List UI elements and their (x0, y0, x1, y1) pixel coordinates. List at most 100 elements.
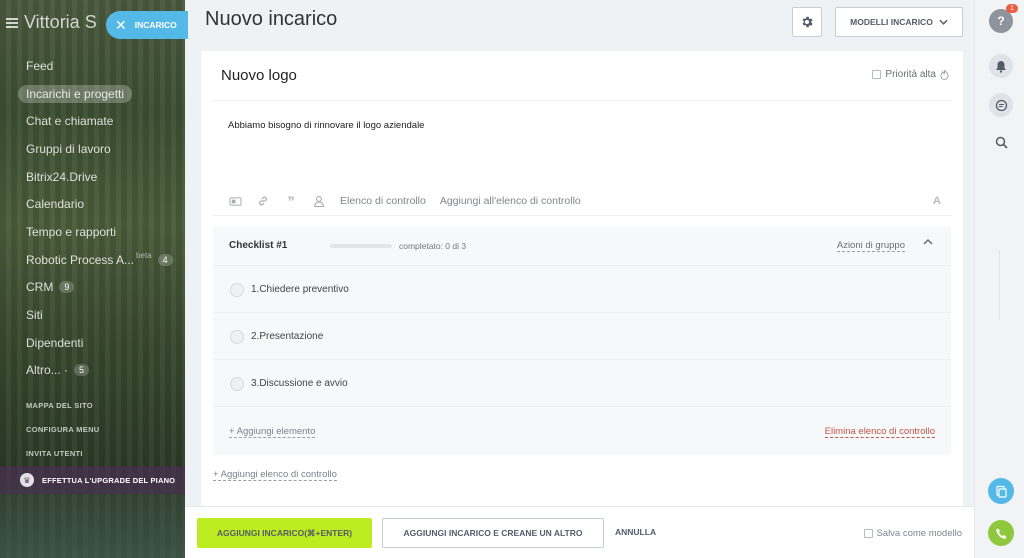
high-priority-toggle[interactable]: Priorità alta (872, 69, 949, 80)
quote-icon[interactable]: ” (284, 193, 298, 209)
documents-button[interactable] (988, 478, 1014, 504)
right-panel: ? 1 (974, 0, 1024, 558)
sidebar-item-label: CRM (26, 280, 54, 295)
sidebar-item-time[interactable]: Tempo e rapporti (18, 218, 183, 246)
task-slider-tab[interactable]: ✕ INCARICO (106, 11, 188, 39)
task-templates-button[interactable]: MODELLI INCARICO (835, 7, 963, 37)
sidebar-item-label: Feed (26, 58, 54, 73)
settings-button[interactable] (792, 7, 822, 37)
chat-icon (995, 99, 1007, 111)
menu-icon[interactable] (6, 17, 18, 28)
sidebar-menu: Feed Incarichi e progetti Chat e chiamat… (18, 52, 183, 384)
sidebar-item-sites[interactable]: Siti (18, 301, 183, 329)
video-icon[interactable] (228, 195, 242, 207)
panel-divider (999, 250, 1000, 320)
sidebar-item-tasks[interactable]: Incarichi e progetti (18, 80, 183, 108)
document-icon (996, 485, 1007, 498)
checklist-item-checkbox[interactable] (230, 282, 244, 297)
task-description-editor[interactable]: Abbiamo bisogno di rinnovare il logo azi… (228, 120, 424, 131)
delete-checklist-link[interactable]: Elimina elenco di controllo (824, 426, 935, 438)
chevron-down-icon (939, 19, 948, 25)
task-title-input[interactable]: Nuovo logo (221, 67, 297, 84)
sidebar-item-label: Tempo e rapporti (26, 224, 117, 239)
checklist-progress-bar (330, 244, 392, 248)
form-footer: AGGIUNGI INCARICO(⌘+ENTER) AGGIUNGI INCA… (185, 506, 974, 558)
notification-badge: 1 (1006, 4, 1018, 13)
sidebar-item-label: Incarichi e progetti (18, 84, 133, 103)
add-checklist-link[interactable]: + Aggiungi elenco di controllo (213, 469, 337, 481)
close-icon[interactable]: ✕ (115, 18, 127, 32)
sidebar-item-chat[interactable]: Chat e chiamate (18, 107, 183, 135)
messenger-button[interactable] (989, 93, 1013, 117)
text-format-icon[interactable]: A (933, 195, 941, 207)
counter-badge: 5 (74, 364, 90, 377)
checklist-item[interactable]: 3.Discussione e avvio (213, 361, 951, 407)
sidebar-item-label: Robotic Process A... (26, 252, 135, 267)
sidebar-item-groups[interactable]: Gruppi di lavoro (18, 135, 183, 163)
task-form: Nuovo logo Priorità alta Abbiamo bisogno… (201, 51, 963, 506)
crown-icon: ♛ (20, 473, 34, 487)
sidebar-header: Vittoria S (6, 12, 97, 33)
checklist-item[interactable]: 1.Chiedere preventivo (213, 267, 951, 313)
editor-toolbar: ” Elenco di controllo Aggiungi all'elenc… (228, 192, 943, 210)
checklist-progress-text: completato: 0 di 3 (399, 241, 467, 251)
call-button[interactable] (988, 520, 1014, 546)
search-button[interactable] (989, 130, 1013, 154)
checklist-item-label[interactable]: 1.Chiedere preventivo (251, 284, 349, 295)
group-actions-link[interactable]: Azioni di gruppo (836, 240, 905, 252)
sidebar-item-label: Siti (26, 308, 43, 323)
cancel-button[interactable]: ANNULLA (615, 527, 656, 537)
add-task-and-create-another-button[interactable]: AGGIUNGI INCARICO E CREANE UN ALTRO (382, 518, 604, 548)
sidebar-item-calendar[interactable]: Calendario (18, 190, 183, 218)
sidebar-item-more[interactable]: Altro... · 5 (18, 357, 183, 385)
link-icon[interactable] (256, 195, 270, 207)
sidebar-item-label: Gruppi di lavoro (26, 141, 111, 156)
sidebar-item-crm[interactable]: CRM 9 (18, 274, 183, 302)
add-to-checklist-button[interactable]: Aggiungi all'elenco di controllo (440, 195, 581, 207)
invite-users-link[interactable]: INVITA UTENTI (26, 449, 83, 458)
phone-icon (995, 528, 1006, 539)
task-templates-label: MODELLI INCARICO (850, 17, 933, 27)
question-icon: ? (997, 14, 1005, 28)
add-task-button[interactable]: AGGIUNGI INCARICO(⌘+ENTER) (197, 518, 372, 548)
save-as-template-toggle[interactable]: Salva come modello (864, 528, 962, 539)
help-button[interactable]: ? 1 (989, 4, 1018, 33)
chevron-up-icon[interactable] (923, 237, 933, 248)
upgrade-plan-button[interactable]: ♛ EFFETTUA L'UPGRADE DEL PIANO (0, 466, 185, 494)
checklist-item-label[interactable]: 3.Discussione e avvio (251, 378, 348, 389)
sidebar-item-label: Calendario (26, 197, 85, 212)
counter-badge: 9 (59, 281, 75, 294)
checklist-item-checkbox[interactable] (230, 329, 244, 344)
sitemap-link[interactable]: MAPPA DEL SITO (26, 401, 93, 410)
gear-icon (802, 16, 813, 28)
checklist-block: Checklist #1 completato: 0 di 3 Azioni d… (213, 227, 951, 455)
left-sidebar: Vittoria S Feed Incarichi e progetti Cha… (0, 0, 185, 558)
upgrade-label: EFFETTUA L'UPGRADE DEL PIANO (42, 475, 176, 485)
checklist-button[interactable]: Elenco di controllo (340, 195, 426, 207)
beta-label: beta (136, 251, 152, 261)
sidebar-item-employees[interactable]: Dipendenti (18, 329, 183, 357)
sidebar-item-feed[interactable]: Feed (18, 52, 183, 80)
portal-title[interactable]: Vittoria S (24, 12, 97, 33)
checklist-item[interactable]: 2.Presentazione (213, 314, 951, 360)
flame-icon (940, 69, 949, 80)
divider (212, 215, 952, 216)
notifications-button[interactable] (989, 54, 1013, 78)
add-checklist-item-link[interactable]: + Aggiungi elemento (229, 426, 316, 438)
user-mention-icon[interactable] (312, 195, 326, 207)
divider (212, 100, 952, 101)
sidebar-item-rpa[interactable]: Robotic Process A... beta 4 (18, 246, 183, 274)
save-as-template-checkbox[interactable] (864, 529, 874, 538)
sidebar-item-label: Dipendenti (26, 335, 84, 350)
save-as-template-label: Salva come modello (876, 528, 962, 539)
priority-checkbox[interactable] (872, 70, 882, 79)
sidebar-item-label: Bitrix24.Drive (26, 169, 98, 184)
sidebar-item-label: Chat e chiamate (26, 114, 114, 129)
sidebar-item-label: Altro... · (26, 363, 69, 378)
checklist-item-label[interactable]: 2.Presentazione (251, 331, 323, 342)
checklist-item-checkbox[interactable] (230, 376, 244, 391)
sidebar-item-drive[interactable]: Bitrix24.Drive (18, 163, 183, 191)
priority-label: Priorità alta (885, 69, 936, 80)
configure-menu-link[interactable]: CONFIGURA MENU (26, 425, 100, 434)
checklist-title[interactable]: Checklist #1 (229, 240, 287, 251)
